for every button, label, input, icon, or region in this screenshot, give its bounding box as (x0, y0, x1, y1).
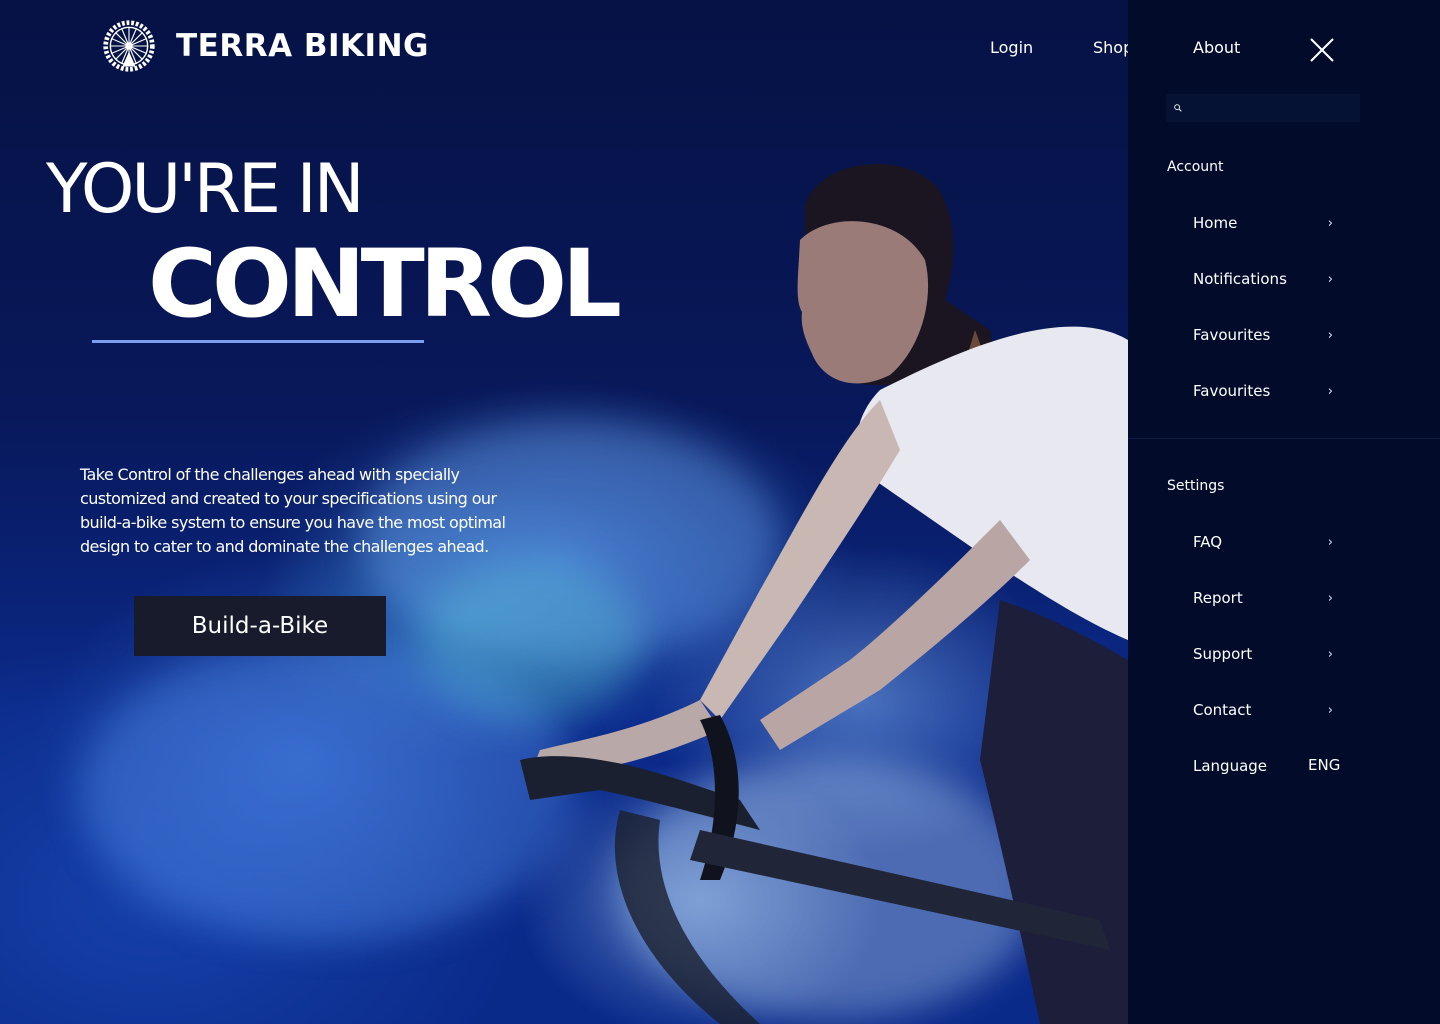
chevron-right-icon: › (1327, 534, 1333, 550)
build-a-bike-button[interactable]: Build-a-Bike (134, 596, 386, 656)
language-value[interactable]: ENG (1308, 756, 1340, 774)
chevron-right-icon: › (1327, 590, 1333, 606)
menu-item-label: Home (1193, 214, 1238, 232)
menu-item-favourites[interactable]: Favourites › (1193, 323, 1333, 347)
menu-item-label: Contact (1193, 701, 1252, 719)
search-icon (1174, 104, 1182, 112)
menu-item-label: Favourites (1193, 382, 1271, 400)
menu-divider (1128, 438, 1440, 439)
menu-item-support[interactable]: Support › (1193, 642, 1333, 666)
brand-logo[interactable]: TERRA BIKING (92, 18, 429, 74)
menu-item-faq[interactable]: FAQ › (1193, 530, 1333, 554)
chevron-right-icon: › (1327, 271, 1333, 287)
menu-item-label: Notifications (1193, 270, 1287, 288)
headline-line-1: YOU'RE IN (46, 150, 365, 229)
chevron-right-icon: › (1327, 215, 1333, 231)
menu-item-label: Support (1193, 645, 1253, 663)
settings-section-title: Settings (1167, 478, 1225, 494)
close-icon (1310, 38, 1334, 62)
account-section-title: Account (1167, 159, 1224, 175)
menu-item-home[interactable]: Home › (1193, 211, 1333, 235)
menu-item-report[interactable]: Report › (1193, 586, 1333, 610)
menu-search[interactable] (1166, 94, 1360, 122)
menu-item-label: FAQ (1193, 533, 1223, 551)
close-menu-button[interactable] (1308, 36, 1336, 64)
side-menu-panel (1128, 0, 1440, 1024)
language-label: Language (1193, 757, 1268, 775)
menu-item-label: Report (1193, 589, 1243, 607)
hero-description: Take Control of the challenges ahead wit… (80, 465, 506, 556)
bike-wheel-icon (103, 20, 155, 72)
nav-about[interactable]: About (1193, 38, 1240, 57)
menu-item-label: Favourites (1193, 326, 1271, 344)
nav-login[interactable]: Login (990, 38, 1033, 57)
chevron-right-icon: › (1327, 702, 1333, 718)
menu-item-contact[interactable]: Contact › (1193, 698, 1333, 722)
chevron-right-icon: › (1327, 646, 1333, 662)
search-input[interactable] (1182, 94, 1360, 122)
chevron-right-icon: › (1327, 383, 1333, 399)
brand-name: TERRA BIKING (176, 28, 429, 64)
chevron-right-icon: › (1327, 327, 1333, 343)
menu-item-favourites-2[interactable]: Favourites › (1193, 379, 1333, 403)
headline-line-2: CONTROL (148, 230, 622, 339)
headline-underline (92, 340, 424, 343)
menu-item-notifications[interactable]: Notifications › (1193, 267, 1333, 291)
